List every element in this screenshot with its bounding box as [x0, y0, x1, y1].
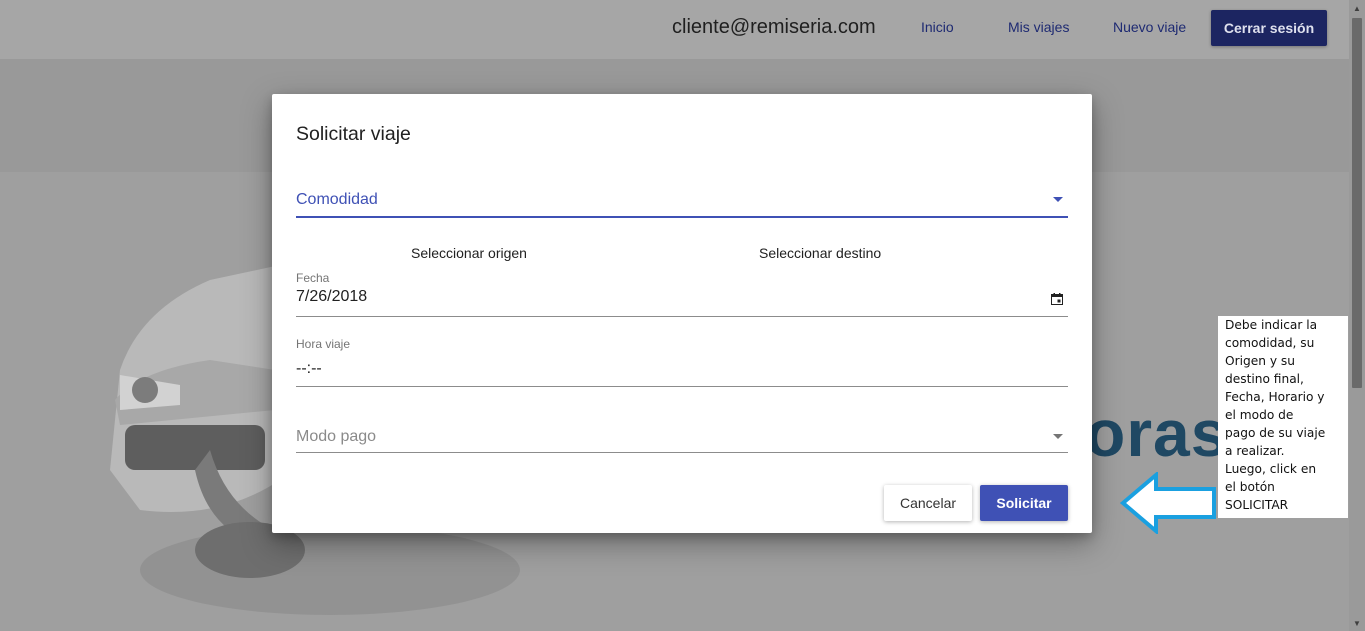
seleccionar-origen-button[interactable]: Seleccionar origen — [411, 245, 527, 261]
annotation-line: Fecha, Horario y — [1225, 390, 1325, 404]
scroll-up-arrow-icon[interactable]: ▲ — [1349, 0, 1365, 16]
annotation-line: comodidad, su — [1225, 336, 1315, 350]
comodidad-select[interactable]: Comodidad — [296, 188, 1068, 218]
scroll-down-arrow-icon[interactable]: ▼ — [1349, 615, 1365, 631]
brand-wordmark-fragment: oras — [1085, 396, 1229, 470]
dialog-title: Solicitar viaje — [296, 123, 411, 145]
hora-viaje-value: --:-- — [296, 360, 322, 377]
fecha-input[interactable]: 7/26/2018 — [296, 288, 1068, 317]
modo-pago-placeholder: Modo pago — [296, 428, 377, 445]
solicitar-button[interactable]: Solicitar — [980, 485, 1068, 521]
calendar-icon[interactable] — [1051, 293, 1063, 305]
page-scrollbar[interactable]: ▲ ▼ — [1349, 0, 1365, 631]
nav-mis-viajes[interactable]: Mis viajes — [1008, 19, 1069, 35]
comodidad-placeholder: Comodidad — [296, 191, 378, 208]
solicitar-viaje-dialog: Solicitar viaje Comodidad Seleccionar or… — [272, 94, 1092, 533]
annotation-line: Debe indicar la — [1225, 318, 1318, 332]
annotation-line: Luego, click en — [1225, 462, 1317, 476]
annotation-line: el modo de — [1225, 408, 1294, 422]
dropdown-arrow-icon — [1053, 434, 1063, 439]
hora-viaje-input[interactable]: --:-- — [296, 354, 1068, 387]
annotation-line: el botón — [1225, 480, 1275, 494]
user-email: cliente@remiseria.com — [672, 16, 876, 38]
annotation-line: Origen y su — [1225, 354, 1295, 368]
dropdown-arrow-icon — [1053, 197, 1063, 202]
annotation-line: a realizar. — [1225, 444, 1285, 458]
left-arrow-icon — [1120, 472, 1216, 534]
seleccionar-destino-button[interactable]: Seleccionar destino — [759, 245, 881, 261]
fecha-label: Fecha — [296, 271, 330, 285]
nav-inicio[interactable]: Inicio — [921, 19, 954, 35]
hora-viaje-label: Hora viaje — [296, 337, 351, 351]
fecha-value: 7/26/2018 — [296, 288, 368, 305]
logout-button[interactable]: Cerrar sesión — [1211, 10, 1327, 46]
annotation-line: SOLICITAR — [1225, 498, 1289, 512]
nav-nuevo-viaje[interactable]: Nuevo viaje — [1113, 19, 1186, 35]
instruction-annotation: Debe indicar la comodidad, su Origen y s… — [1218, 316, 1348, 518]
top-navbar: cliente@remiseria.com Inicio Mis viajes … — [0, 0, 1349, 59]
modo-pago-select[interactable]: Modo pago — [296, 425, 1068, 453]
annotation-line: destino final, — [1225, 372, 1304, 386]
scroll-thumb[interactable] — [1352, 18, 1362, 388]
cancel-button[interactable]: Cancelar — [884, 485, 972, 521]
annotation-line: pago de su viaje — [1225, 426, 1326, 440]
